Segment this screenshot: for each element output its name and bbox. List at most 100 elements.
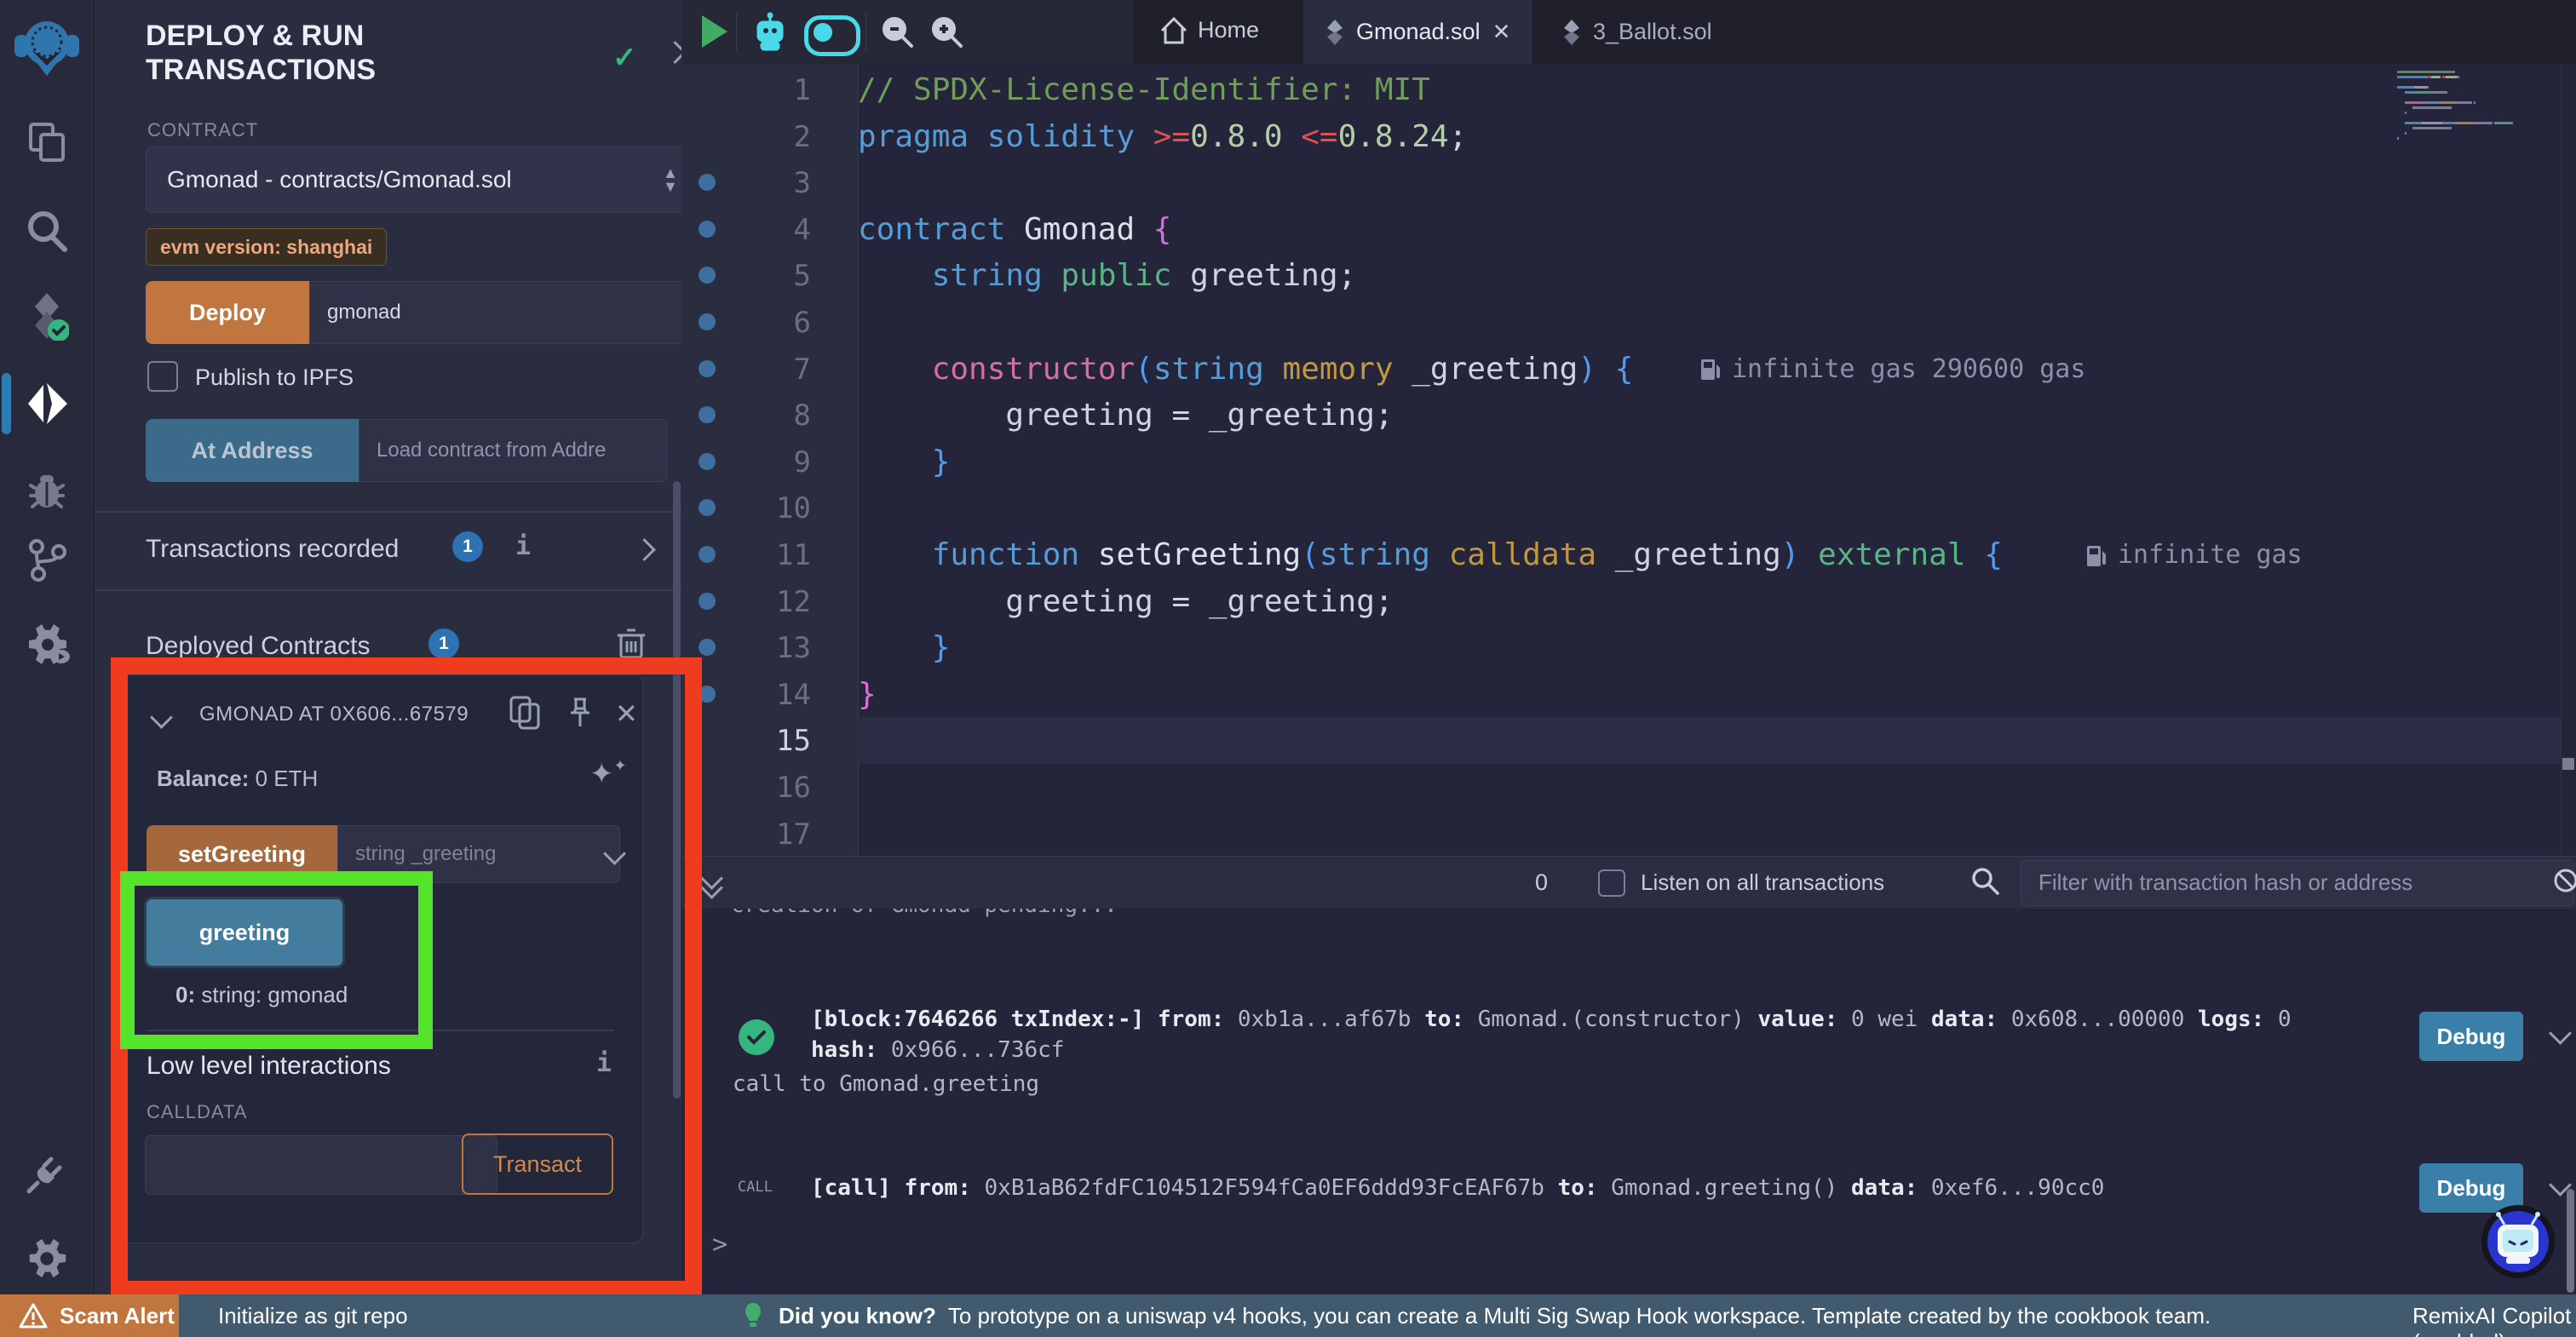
- solidity-compiler-icon[interactable]: [0, 286, 94, 346]
- line-marker-dot[interactable]: [699, 686, 716, 703]
- contract-select[interactable]: Gmonad - contracts/Gmonad.sol ▲▼: [146, 146, 699, 213]
- terminal[interactable]: creation of Gmonad pending... [block:764…: [681, 908, 2576, 1294]
- remove-contract-icon[interactable]: ✕: [615, 697, 638, 730]
- tab-ballot[interactable]: 3_Ballot.sol: [1540, 0, 1734, 64]
- at-address-button[interactable]: At Address: [146, 419, 359, 482]
- filter-input[interactable]: Filter with transaction hash or address: [2021, 860, 2574, 906]
- deploy-run-icon[interactable]: [0, 374, 94, 433]
- line-marker-dot[interactable]: [699, 593, 716, 610]
- git-init-button[interactable]: Initialize as git repo: [218, 1303, 408, 1329]
- line-marker-dot[interactable]: [699, 267, 716, 284]
- plugin-manager-icon[interactable]: [0, 615, 94, 674]
- transactions-expand-icon[interactable]: [636, 542, 653, 562]
- minimap-line: [2397, 86, 2542, 89]
- run-script-icon[interactable]: [702, 15, 727, 48]
- status-bar: Scam Alert Initialize as git repo Did yo…: [0, 1294, 2576, 1337]
- publish-ipfs-checkbox[interactable]: [147, 361, 178, 392]
- remixai-assistant-avatar[interactable]: [2481, 1204, 2556, 1283]
- panel-scrollbar[interactable]: [673, 481, 681, 1099]
- set-greeting-expand-icon[interactable]: [607, 846, 623, 866]
- transact-button[interactable]: Transact: [462, 1133, 613, 1195]
- transactions-info-icon[interactable]: i: [515, 531, 531, 561]
- calldata-label: CALLDATA: [147, 1101, 247, 1123]
- line-marker-dot[interactable]: [699, 453, 716, 470]
- contract-card-title[interactable]: GMONAD AT 0X606...67579: [199, 703, 497, 726]
- at-address-input[interactable]: Load contract from Addre: [359, 419, 667, 482]
- did-you-know: Did you know? To prototype on a uniswap …: [779, 1303, 2211, 1329]
- separator: [736, 12, 737, 51]
- line-number: 3: [741, 166, 811, 200]
- terminal-header: 0 Listen on all transactions Filter with…: [681, 856, 2576, 909]
- git-icon[interactable]: [0, 531, 94, 590]
- line-marker-dot[interactable]: [699, 639, 716, 656]
- line-marker-dot[interactable]: [699, 221, 716, 238]
- zoom-in-icon[interactable]: [929, 14, 964, 54]
- terminal-prompt[interactable]: >: [712, 1230, 727, 1260]
- line-number: 1: [741, 73, 811, 107]
- listen-checkbox[interactable]: [1598, 869, 1625, 897]
- settings-gear-icon[interactable]: [0, 1229, 94, 1288]
- line-marker-dot[interactable]: [699, 360, 716, 377]
- tx-log-line1[interactable]: [block:7646266 txIndex:-] from: 0xb1a...…: [811, 1007, 2291, 1032]
- copilot-status[interactable]: RemixAI Copilot (enabled): [2412, 1303, 2576, 1337]
- trash-icon[interactable]: [616, 627, 647, 665]
- search-icon[interactable]: [0, 200, 94, 260]
- minimap-line: [2397, 91, 2542, 94]
- line-marker-dot[interactable]: [699, 174, 716, 191]
- log-expand-icon[interactable]: [2552, 1025, 2568, 1046]
- home-icon[interactable]: [1157, 14, 1191, 52]
- zoom-out-icon[interactable]: [879, 14, 915, 54]
- debug-button[interactable]: Debug: [2419, 1012, 2523, 1061]
- plug-icon[interactable]: [0, 1144, 94, 1203]
- ai-sparkle-icon[interactable]: ✦✦: [589, 757, 627, 791]
- card-collapse-icon[interactable]: [153, 709, 170, 730]
- pin-contract-icon[interactable]: [564, 694, 596, 736]
- greeting-button[interactable]: greeting: [144, 897, 345, 968]
- deploy-input[interactable]: gmonad: [309, 281, 725, 344]
- line-number: 10: [741, 491, 811, 525]
- tab-gmonad[interactable]: Gmonad.sol ✕: [1303, 0, 1533, 64]
- line-marker-dot[interactable]: [699, 499, 716, 516]
- line-marker-dot[interactable]: [699, 313, 716, 330]
- set-greeting-input[interactable]: string _greeting: [337, 825, 620, 883]
- low-level-info-icon[interactable]: i: [596, 1048, 612, 1078]
- code-line-7: constructor(string memory _greeting) {: [858, 346, 1633, 393]
- minimap[interactable]: [2397, 71, 2542, 158]
- divider: [95, 511, 681, 513]
- panel-title: DEPLOY & RUNTRANSACTIONS: [146, 19, 520, 87]
- tab-home[interactable]: Home: [1198, 17, 1259, 43]
- minimap-line: [2397, 71, 2542, 73]
- code-editor[interactable]: 1234567891011121314151617 // SPDX-Licens…: [681, 64, 2576, 856]
- terminal-search-icon[interactable]: [1969, 865, 2000, 900]
- remixai-robot-icon[interactable]: [751, 12, 789, 57]
- code-line-14: }: [858, 671, 877, 718]
- terminal-expand-icon[interactable]: [704, 870, 720, 896]
- debugger-icon[interactable]: [0, 460, 94, 519]
- transaction-count: 0: [1535, 869, 1548, 896]
- transactions-count-badge: 1: [452, 531, 483, 562]
- deploy-button[interactable]: Deploy: [146, 281, 309, 344]
- tab-close-icon[interactable]: ✕: [1492, 19, 1511, 45]
- line-marker-dot[interactable]: [699, 546, 716, 563]
- tx-log-line2[interactable]: hash: 0x966...736cf: [811, 1037, 1064, 1063]
- gutter-border: [858, 64, 859, 856]
- publish-ipfs-label: Publish to IPFS: [195, 364, 354, 391]
- calldata-input[interactable]: [145, 1135, 497, 1195]
- line-number: 4: [741, 213, 811, 247]
- solidity-file-icon: [1325, 20, 1344, 45]
- code-line-1: // SPDX-License-Identifier: MIT: [858, 66, 1430, 113]
- line-marker-dot[interactable]: [699, 406, 716, 423]
- minimap-line: [2397, 112, 2542, 114]
- minimap-line: [2397, 96, 2542, 99]
- terminal-scrollbar[interactable]: [2567, 1189, 2574, 1293]
- line-number: 5: [741, 259, 811, 293]
- file-explorer-icon[interactable]: [0, 112, 94, 172]
- ai-toggle-icon[interactable]: [804, 15, 860, 56]
- call-log-line[interactable]: [call] from: 0xB1aB62fdFC104512F594fCa0E…: [811, 1175, 2104, 1201]
- copy-address-icon[interactable]: [508, 694, 542, 736]
- scam-alert-button[interactable]: Scam Alert: [0, 1294, 179, 1337]
- minimap-line: [2397, 142, 2542, 145]
- remix-logo-icon[interactable]: [0, 17, 94, 77]
- clear-console-icon[interactable]: [2552, 867, 2576, 898]
- set-greeting-button[interactable]: setGreeting: [147, 825, 337, 883]
